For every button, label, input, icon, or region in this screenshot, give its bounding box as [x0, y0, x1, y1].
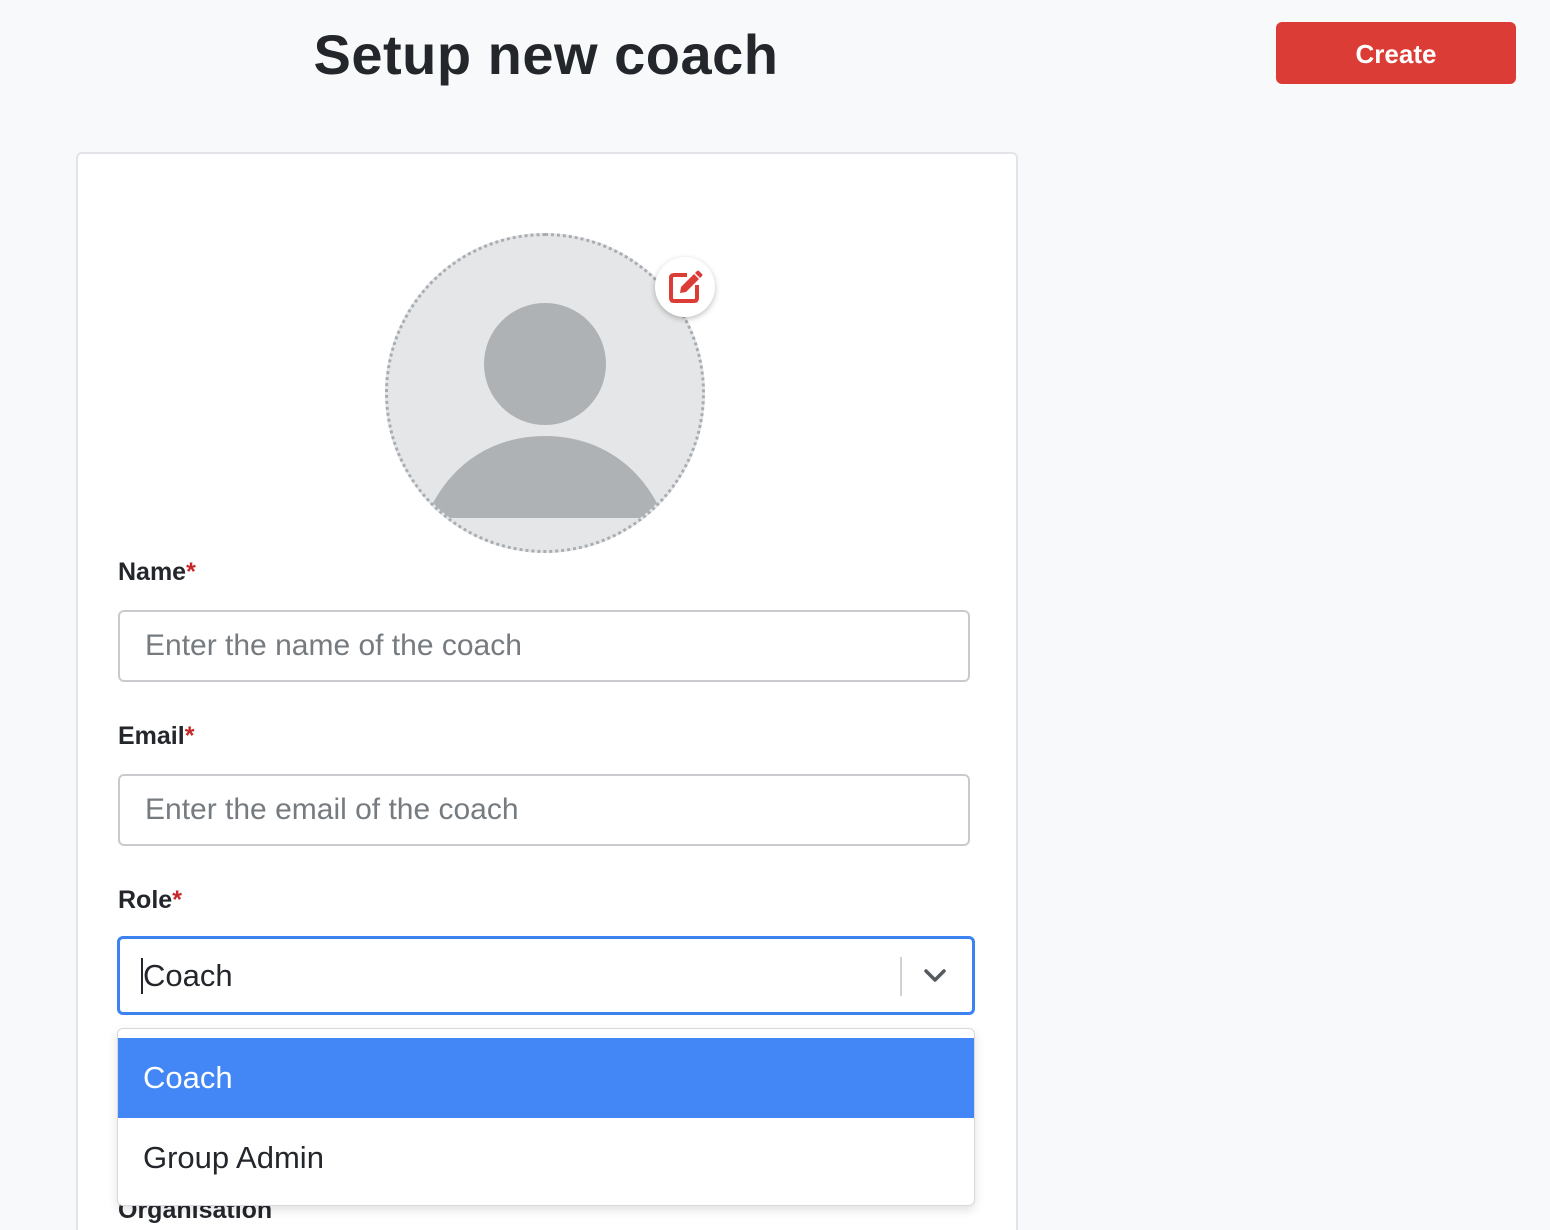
- role-option-coach[interactable]: Coach: [118, 1038, 974, 1118]
- role-select[interactable]: Coach: [117, 936, 975, 1015]
- name-label: Name*: [118, 558, 196, 586]
- email-input[interactable]: [118, 774, 970, 846]
- page-title: Setup new coach: [313, 23, 779, 86]
- role-dropdown-menu: Coach Group Admin: [117, 1028, 975, 1206]
- create-button[interactable]: Create: [1276, 22, 1516, 84]
- edit-photo-button[interactable]: [655, 257, 715, 317]
- role-select-value: Coach: [143, 958, 233, 993]
- chevron-down-icon[interactable]: [922, 963, 948, 989]
- text-caret: [141, 958, 143, 994]
- select-divider: [900, 957, 902, 996]
- email-label: Email*: [118, 722, 195, 750]
- name-input[interactable]: [118, 610, 970, 682]
- edit-icon: [669, 270, 703, 303]
- setup-coach-page: Setup new coach Create Name* Email* Role…: [0, 0, 1550, 1230]
- required-mark: *: [186, 558, 196, 586]
- role-option-group-admin[interactable]: Group Admin: [118, 1118, 974, 1198]
- required-mark: *: [172, 886, 182, 914]
- role-label: Role*: [118, 886, 182, 914]
- required-mark: *: [184, 722, 195, 750]
